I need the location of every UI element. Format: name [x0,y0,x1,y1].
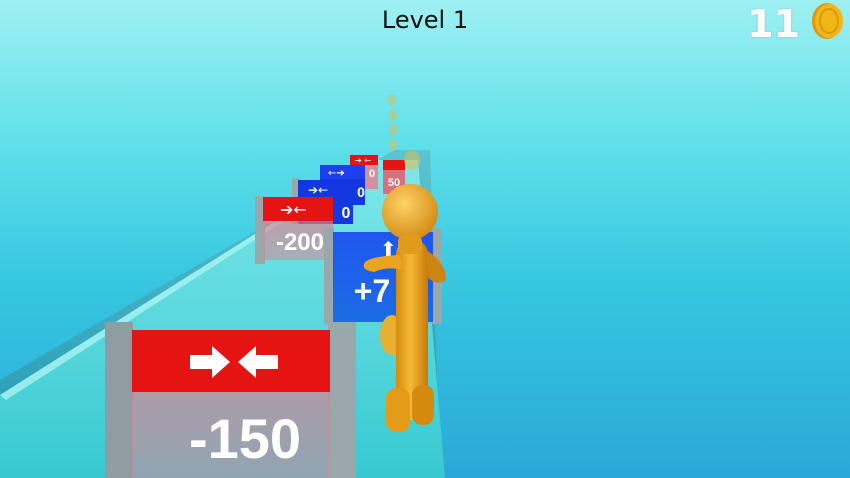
svg-text:➔←: ➔← [308,183,328,197]
level-label: Level 1 [381,6,469,34]
gate-far-1-value: 0 [357,184,365,200]
gate-minus-150: -150 [105,322,356,478]
svg-text:➔ ←: ➔ ← [355,156,371,165]
svg-text:←➔: ←➔ [328,168,345,179]
gate-minus-200-value: -200 [276,229,324,256]
gate-mid-blue-value: 0 [342,205,351,222]
gold-coin-icon [812,3,843,39]
gate-plus-7-value: +7 [354,273,390,309]
gate-minus-200: ➔← -200 [255,196,333,264]
svg-text:➔←: ➔← [280,200,307,219]
coin-counter: 11 [747,2,800,46]
gate-minus-150-value: -150 [189,407,301,470]
game-scene: 50 ➔ ← 0 ←➔ 0 ➔← 0 ➔← -200 ⬆ +7 -150 [0,94,446,478]
gate-far-2-value: 0 [369,168,375,180]
